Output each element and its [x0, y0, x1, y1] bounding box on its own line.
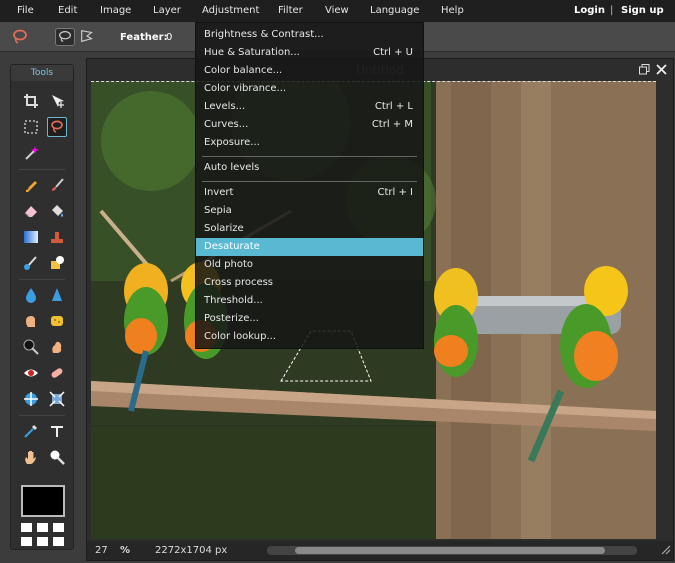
horizontal-scrollbar[interactable]: [267, 546, 637, 555]
tools-divider: [19, 279, 65, 280]
eraser-icon[interactable]: [21, 201, 41, 221]
gradient-icon[interactable]: [21, 227, 41, 247]
zoom-icon[interactable]: [47, 447, 67, 467]
tools-title: Tools: [11, 65, 73, 81]
scrollbar-thumb[interactable]: [295, 547, 605, 554]
lasso-icon[interactable]: [10, 28, 30, 46]
signup-link[interactable]: Sign up: [621, 5, 664, 16]
bucket-icon[interactable]: [47, 201, 67, 221]
menu-item-brightness-contrast[interactable]: Brightness & Contrast...: [196, 26, 423, 44]
lasso-freeform-icon[interactable]: [55, 28, 75, 46]
blur-icon[interactable]: [21, 285, 41, 305]
menu-item-color-balance[interactable]: Color balance...: [196, 62, 423, 80]
type-icon[interactable]: [47, 421, 67, 441]
menu-item-hue-saturation[interactable]: Hue & Saturation... Ctrl + U: [196, 44, 423, 62]
menu-view[interactable]: View: [325, 5, 349, 16]
magic-wand-icon[interactable]: [21, 143, 41, 163]
menu-item-auto-levels[interactable]: Auto levels: [196, 159, 423, 177]
menu-item-old-photo[interactable]: Old photo: [196, 256, 423, 274]
bloat-icon[interactable]: [21, 389, 41, 409]
menu-item-exposure[interactable]: Exposure...: [196, 134, 423, 152]
menu-bar: File Edit Image Layer Adjustment Filter …: [0, 0, 675, 22]
menu-item-posterize[interactable]: Posterize...: [196, 310, 423, 328]
menu-layer[interactable]: Layer: [153, 5, 181, 16]
marquee-icon[interactable]: [21, 117, 41, 137]
menu-item-color-lookup[interactable]: Color lookup...: [196, 328, 423, 346]
foreground-color-swatch[interactable]: [21, 485, 65, 517]
close-icon[interactable]: [656, 64, 667, 75]
mode-box[interactable]: [53, 523, 64, 532]
lasso-polygon-icon[interactable]: [78, 28, 98, 46]
tools-divider: [19, 169, 65, 170]
menu-item-levels[interactable]: Levels... Ctrl + L: [196, 98, 423, 116]
zoom-value[interactable]: 27: [95, 545, 108, 556]
menu-filter[interactable]: Filter: [278, 5, 303, 16]
menu-item-threshold[interactable]: Threshold...: [196, 292, 423, 310]
tools-panel: Tools: [10, 64, 74, 550]
menu-item-sepia[interactable]: Sepia: [196, 202, 423, 220]
zoom-unit: %: [120, 545, 131, 556]
status-bar: 27 % 2272x1704 px: [87, 541, 673, 560]
menu-item-solarize[interactable]: Solarize: [196, 220, 423, 238]
hand-icon[interactable]: [21, 447, 41, 467]
resize-grip-icon[interactable]: [661, 545, 671, 555]
color-replace-icon[interactable]: [21, 253, 41, 273]
menu-separator: [202, 181, 417, 182]
sponge-icon[interactable]: [47, 311, 67, 331]
brush-icon[interactable]: [47, 175, 67, 195]
menu-item-invert[interactable]: Invert Ctrl + I: [196, 184, 423, 202]
mode-box[interactable]: [53, 537, 64, 546]
mode-box[interactable]: [21, 523, 32, 532]
menu-item-cross-process[interactable]: Cross process: [196, 274, 423, 292]
move-icon[interactable]: [47, 91, 67, 111]
sharpen-icon[interactable]: [47, 285, 67, 305]
menu-image[interactable]: Image: [100, 5, 131, 16]
login-link[interactable]: Login: [574, 5, 605, 16]
pinch-icon[interactable]: [47, 389, 67, 409]
maximize-icon[interactable]: [639, 64, 650, 75]
color-picker-icon[interactable]: [21, 421, 41, 441]
image-dimensions: 2272x1704 px: [155, 545, 228, 556]
crop-icon[interactable]: [21, 91, 41, 111]
lasso-tool-icon[interactable]: [47, 117, 67, 137]
pencil-icon[interactable]: [21, 175, 41, 195]
menu-edit[interactable]: Edit: [58, 5, 77, 16]
menu-item-curves[interactable]: Curves... Ctrl + M: [196, 116, 423, 134]
mode-box[interactable]: [37, 537, 48, 546]
drawing-icon[interactable]: [47, 253, 67, 273]
feather-label: Feather:: [120, 32, 168, 43]
feather-input[interactable]: 0: [166, 32, 172, 43]
menu-file[interactable]: File: [17, 5, 34, 16]
menu-item-desaturate[interactable]: Desaturate: [196, 238, 423, 256]
auth-separator: |: [610, 5, 614, 16]
burn-icon[interactable]: [47, 337, 67, 357]
mode-box[interactable]: [21, 537, 32, 546]
stamp-icon[interactable]: [47, 227, 67, 247]
menu-separator: [202, 156, 417, 157]
dodge-icon[interactable]: [21, 337, 41, 357]
red-eye-icon[interactable]: [21, 363, 41, 383]
adjustment-menu: Brightness & Contrast... Hue & Saturatio…: [195, 22, 424, 349]
smudge-icon[interactable]: [21, 311, 41, 331]
menu-help[interactable]: Help: [441, 5, 464, 16]
tools-divider: [19, 415, 65, 416]
menu-item-color-vibrance[interactable]: Color vibrance...: [196, 80, 423, 98]
menu-language[interactable]: Language: [370, 5, 419, 16]
spot-heal-icon[interactable]: [47, 363, 67, 383]
menu-adjustment[interactable]: Adjustment: [202, 5, 259, 16]
mode-box[interactable]: [37, 523, 48, 532]
